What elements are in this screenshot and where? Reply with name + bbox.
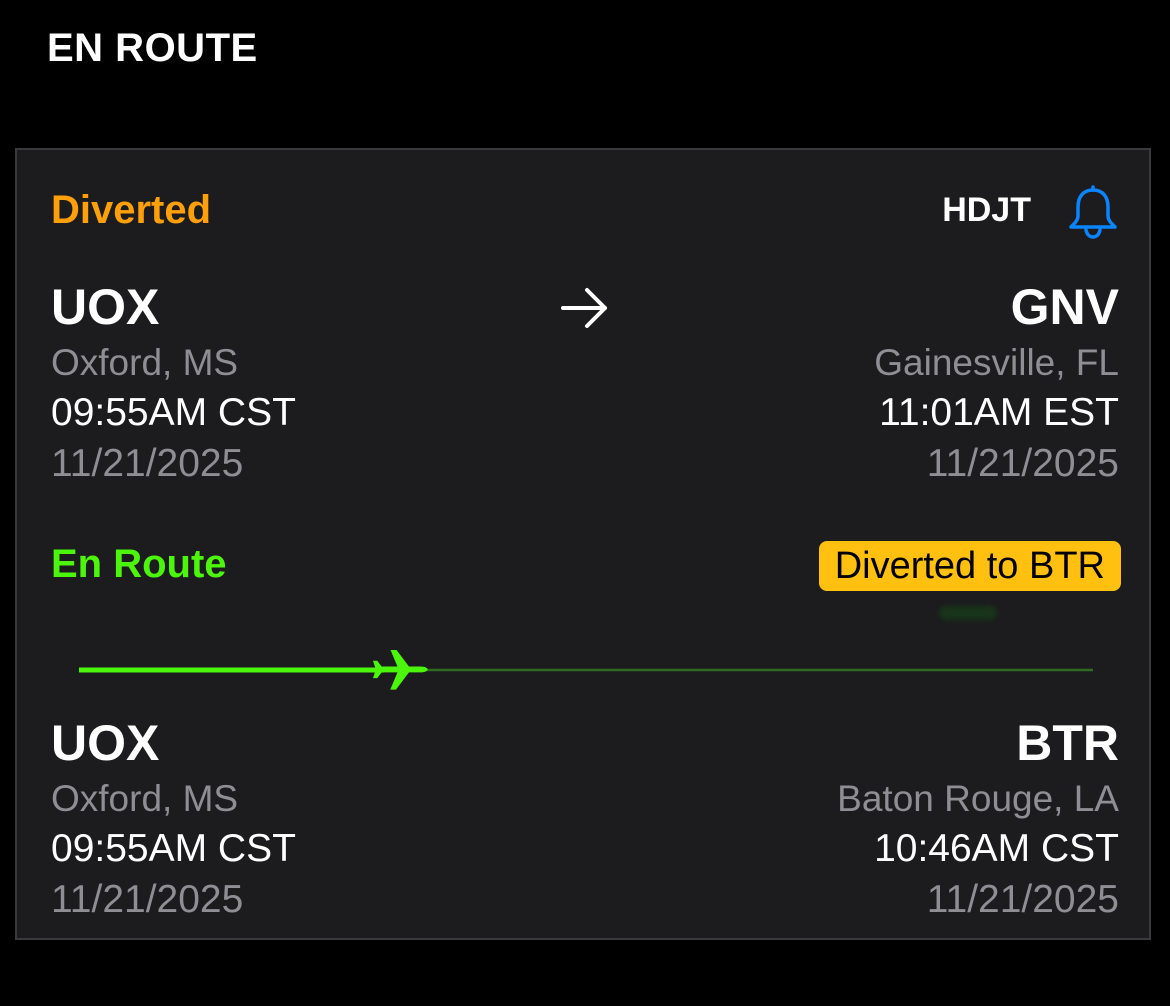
scheduled-origin-city: Oxford, MS: [51, 342, 239, 383]
flight-card[interactable]: Diverted HDJT UOX Oxford, MS 09:55AM CST…: [15, 148, 1151, 940]
actual-origin-code: UOX: [51, 715, 160, 771]
actual-origin-date: 11/21/2025: [51, 878, 244, 921]
scheduled-origin-code: UOX: [51, 279, 160, 335]
scheduled-destination-code: GNV: [1010, 279, 1119, 335]
actual-destination-time: 10:46AM CST: [874, 827, 1119, 870]
diverted-badge: Diverted to BTR: [818, 541, 1121, 591]
actual-destination-date: 11/21/2025: [926, 878, 1119, 921]
arrow-right-icon: [561, 288, 607, 328]
flight-status: Diverted: [51, 188, 212, 232]
airplane-icon: [372, 650, 428, 690]
bell-icon[interactable]: [1067, 183, 1119, 239]
actual-destination-city: Baton Rouge, LA: [837, 778, 1119, 819]
progress-status: En Route: [51, 542, 227, 586]
scheduled-destination-time: 11:01AM EST: [879, 391, 1119, 434]
scheduled-origin-time: 09:55AM CST: [51, 391, 296, 434]
actual-origin-city: Oxford, MS: [51, 778, 239, 819]
progress-glow: [939, 606, 997, 620]
tail-number: HDJT: [942, 191, 1031, 229]
actual-destination-code: BTR: [1016, 715, 1119, 771]
scheduled-destination-city: Gainesville, FL: [874, 342, 1119, 383]
flight-progress-track: [79, 650, 1093, 690]
actual-origin-time: 09:55AM CST: [51, 827, 296, 870]
section-title: EN ROUTE: [47, 26, 258, 70]
scheduled-destination-date: 11/21/2025: [926, 442, 1119, 485]
scheduled-origin-date: 11/21/2025: [51, 442, 244, 485]
